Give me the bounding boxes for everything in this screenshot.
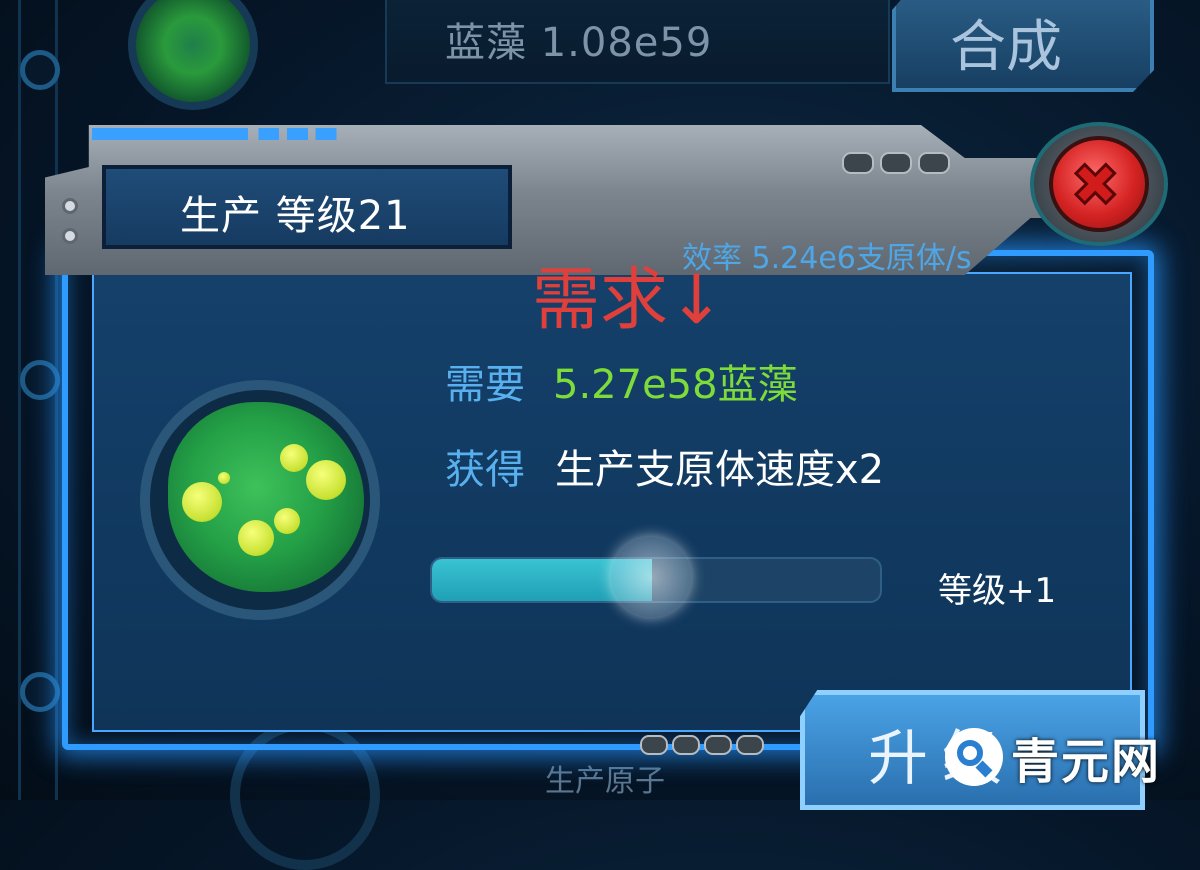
requirement-label: 需要 [445,362,525,408]
requirement-value: 5.27e58蓝藻 [553,362,798,408]
button-vents [640,735,764,755]
cell-dot [218,472,230,484]
resource-count: 蓝藻 1.08e59 [445,20,713,66]
cell-dot [280,444,308,472]
header-vents [842,152,950,174]
reward-value: 生产支原体速度x2 [555,447,885,493]
watermark-text: 青元网 [1011,734,1162,790]
demand-annotation: 需求↓ [532,261,725,340]
vent-icon [918,152,950,174]
close-icon: ✖ [1070,151,1122,219]
close-button[interactable]: ✖ [1049,136,1149,232]
cell-dot [238,520,274,556]
watermark: 青元网 [945,722,1195,792]
rail-node [20,50,60,90]
vent-icon [736,735,764,755]
background-item-label: 生产原子 [545,764,665,799]
efficiency-text: 效率 5.24e6支原体/s [682,241,972,276]
vent-icon [880,152,912,174]
cyanobacteria-icon [168,402,364,592]
synthesize-label: 合成 [950,15,1062,80]
dialog-title: 生产 等级21 [180,193,411,239]
search-logo-icon [945,728,1003,786]
rail-node [20,672,60,712]
rivet-icon [62,198,78,214]
level-gain-label: 等级+1 [938,571,1057,611]
vent-icon [672,735,700,755]
vent-icon [704,735,732,755]
reward-label: 获得 [445,447,525,493]
header-stripe [92,128,352,140]
background-cyanobacteria-icon [128,0,258,110]
vent-icon [640,735,668,755]
slider-thumb[interactable] [611,537,692,617]
cell-dot [306,460,346,500]
rail-node [20,360,60,400]
vent-icon [842,152,874,174]
cell-dot [274,508,300,534]
cell-dot [182,482,222,522]
rivet-icon [62,228,78,244]
